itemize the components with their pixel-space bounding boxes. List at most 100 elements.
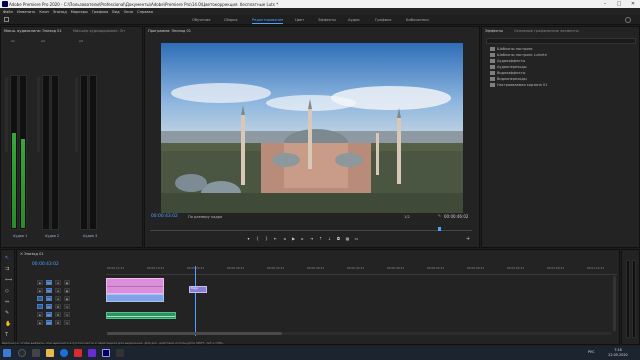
clock-date[interactable]: 22.05.2020: [606, 353, 630, 357]
track-label-v2[interactable]: V2: [46, 287, 52, 293]
timeline-scroll-thumb[interactable]: [107, 332, 282, 335]
lift-icon[interactable]: ⇡: [316, 236, 325, 241]
fader-track-2[interactable]: [37, 77, 40, 152]
menu-file[interactable]: Файл: [3, 10, 13, 14]
timeline-vertical-scrollbar[interactable]: [613, 276, 616, 331]
track-label-a2[interactable]: A2: [46, 311, 52, 317]
menu-clip[interactable]: Клип: [39, 10, 49, 14]
mark-out-icon[interactable]: }: [262, 236, 271, 241]
app-icon[interactable]: [116, 349, 124, 357]
windows-start-icon[interactable]: [3, 349, 11, 357]
search-icon[interactable]: [625, 17, 631, 23]
resolution-dropdown[interactable]: 1/2: [404, 215, 410, 219]
program-scrub-bar[interactable]: [150, 230, 472, 231]
track-mute-icon[interactable]: M: [55, 319, 61, 325]
ripple-edit-tool-icon[interactable]: ⟺: [5, 277, 12, 283]
step-forward-icon[interactable]: ▸: [298, 236, 307, 241]
track-lock-icon[interactable]: ▪: [37, 311, 43, 317]
extract-icon[interactable]: ⇣: [325, 236, 334, 241]
fader-track-3[interactable]: [75, 77, 78, 152]
audio-clip-a1[interactable]: [106, 312, 176, 319]
razor-tool-icon[interactable]: ◇: [5, 288, 9, 294]
program-video-frame[interactable]: [161, 43, 463, 213]
track-eye-icon[interactable]: ◉: [64, 295, 70, 301]
go-to-in-icon[interactable]: ⇤: [271, 236, 280, 241]
premiere-taskbar-icon[interactable]: [102, 349, 110, 357]
workspace-tab-libraries[interactable]: Библиотеки: [406, 18, 429, 22]
timeline-tab[interactable]: ✕ Эпизод 01: [17, 250, 619, 258]
workspace-tab-assembly[interactable]: Сборка: [224, 18, 238, 22]
effects-search-input[interactable]: [486, 38, 636, 44]
yandex-icon[interactable]: [74, 349, 82, 357]
selection-tool-icon[interactable]: ↖: [5, 255, 9, 261]
track-solo-icon[interactable]: S: [64, 303, 70, 309]
track-mute-icon[interactable]: M: [55, 303, 61, 309]
tab-essential-graphics[interactable]: Основные графические элементы: [514, 29, 579, 33]
track-mute-icon[interactable]: M: [55, 311, 61, 317]
slip-tool-icon[interactable]: ⇔: [5, 299, 9, 305]
track-sync-icon[interactable]: ≡: [55, 287, 61, 293]
menu-help[interactable]: Справка: [137, 10, 153, 14]
menu-edit[interactable]: Изменить: [17, 10, 35, 14]
workspace-tab-graphics[interactable]: Графика: [375, 18, 391, 22]
hand-tool-icon[interactable]: ✋: [5, 321, 11, 327]
workspace-tab-learning[interactable]: Обучение: [192, 18, 210, 22]
workspace-tab-color[interactable]: Цвет: [295, 18, 304, 22]
track-lock-icon[interactable]: ▪: [37, 319, 43, 325]
track-solo-icon[interactable]: S: [64, 319, 70, 325]
program-playhead[interactable]: [438, 227, 441, 231]
type-tool-icon[interactable]: T: [5, 332, 8, 338]
maximize-button[interactable]: □: [612, 0, 626, 8]
add-marker-icon[interactable]: ▾: [244, 236, 253, 241]
input-language[interactable]: РУС: [588, 350, 594, 354]
clock-time[interactable]: 7:16: [606, 348, 630, 352]
button-editor-icon[interactable]: +: [466, 236, 470, 242]
workspace-tab-audio[interactable]: Аудио: [348, 18, 360, 22]
track-lock-icon[interactable]: ▪: [37, 279, 43, 285]
track-label-v1[interactable]: V1: [46, 295, 52, 301]
menu-window[interactable]: Окно: [124, 10, 134, 14]
track-source-patch-v1[interactable]: [37, 295, 43, 301]
track-sync-icon[interactable]: ≡: [55, 279, 61, 285]
fit-dropdown[interactable]: По размеру кадра: [188, 215, 222, 219]
step-back-icon[interactable]: ◂: [280, 236, 289, 241]
menu-view[interactable]: Вид: [112, 10, 119, 14]
effects-folder-custom-bin[interactable]: Настраиваемая корзина 01: [490, 83, 547, 89]
minimize-button[interactable]: –: [598, 0, 612, 8]
workspace-tab-editing[interactable]: Редактирование: [252, 18, 284, 24]
search-taskbar-icon[interactable]: [18, 349, 26, 357]
timeline-current-timecode[interactable]: 00:00:43:02: [32, 262, 59, 267]
menu-markers[interactable]: Маркеры: [71, 10, 88, 14]
track-lock-icon[interactable]: ▪: [37, 287, 43, 293]
pen-tool-icon[interactable]: ✎: [5, 310, 9, 316]
mark-in-icon[interactable]: {: [253, 236, 262, 241]
safe-margins-icon[interactable]: ▭: [352, 236, 361, 241]
wrench-icon[interactable]: ✎: [438, 214, 441, 218]
close-button[interactable]: ✕: [626, 0, 640, 8]
track-eye-icon[interactable]: ◉: [64, 287, 70, 293]
menu-sequence[interactable]: Эпизод: [53, 10, 67, 14]
fader-track-1[interactable]: [5, 77, 8, 152]
task-view-icon[interactable]: [32, 349, 40, 357]
home-icon[interactable]: [4, 17, 9, 22]
adjustment-layer-clip[interactable]: Корр: [189, 286, 207, 293]
track-source-patch-a1[interactable]: [37, 303, 43, 309]
tab-audio-track-mixer[interactable]: Микшер аудиодорожек: Эп: [73, 29, 125, 33]
track-label-a3[interactable]: A3: [46, 319, 52, 325]
browser-icon[interactable]: [60, 349, 68, 357]
tab-effects[interactable]: Эффекты: [485, 29, 503, 33]
video-clip-v1[interactable]: [106, 294, 164, 302]
export-frame-icon[interactable]: ◘: [334, 236, 343, 241]
timeline-playhead[interactable]: [195, 266, 196, 336]
track-select-tool-icon[interactable]: ⇉: [5, 266, 9, 272]
workspace-tab-effects[interactable]: Эффекты: [318, 18, 336, 22]
track-solo-icon[interactable]: S: [64, 311, 70, 317]
file-explorer-icon[interactable]: [46, 349, 54, 357]
program-monitor-tab[interactable]: Программа: Эпизод 01: [145, 27, 479, 35]
track-label-v3[interactable]: V3: [46, 279, 52, 285]
play-icon[interactable]: ▶: [289, 236, 298, 241]
track-eye-icon[interactable]: ◉: [64, 279, 70, 285]
tab-audio-clip-mixer[interactable]: Микш. аудиоклипа: Эпизод 01: [4, 29, 62, 33]
track-label-a1[interactable]: A1: [46, 303, 52, 309]
app-icon[interactable]: [88, 349, 96, 357]
